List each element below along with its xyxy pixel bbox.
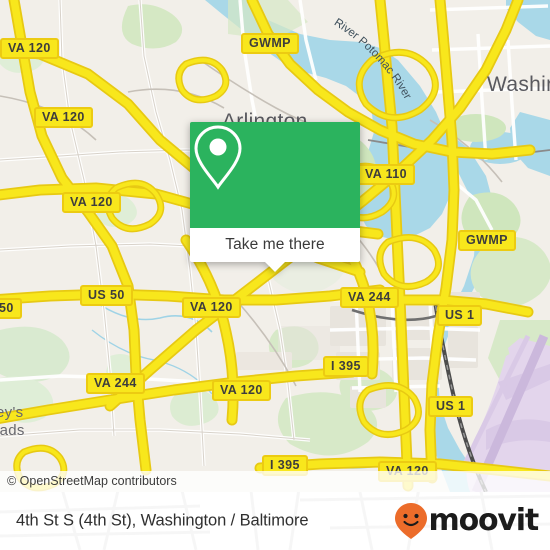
- highway-shield[interactable]: VA 244: [340, 287, 399, 308]
- highway-shield[interactable]: US 1: [437, 305, 483, 326]
- highway-shield[interactable]: VA 120: [0, 38, 59, 59]
- popup-tail-pointer: [264, 261, 286, 272]
- moovit-map-screen: River Potomac River Arlington Washin ey'…: [0, 0, 550, 550]
- map-pin-icon: [194, 125, 242, 190]
- highway-shield[interactable]: 50: [0, 298, 22, 319]
- popup-action-area[interactable]: Take me there: [190, 228, 360, 272]
- location-popup-card[interactable]: Take me there: [190, 122, 360, 272]
- moovit-smiley-pin-icon: [394, 503, 427, 539]
- moovit-wordmark: moovit: [428, 503, 540, 538]
- highway-shield[interactable]: VA 110: [357, 164, 416, 185]
- highway-shield[interactable]: VA 244: [86, 373, 145, 394]
- take-me-there-label: Take me there: [225, 236, 325, 253]
- highway-shield[interactable]: I 395: [323, 356, 369, 377]
- highway-shield[interactable]: US 1: [428, 396, 474, 417]
- highway-shield[interactable]: GWMP: [458, 230, 516, 251]
- highway-shield[interactable]: VA 120: [34, 107, 93, 128]
- highway-shield[interactable]: VA 120: [212, 380, 271, 401]
- highway-shield[interactable]: GWMP: [241, 33, 299, 54]
- highway-shield[interactable]: US 50: [80, 285, 133, 306]
- highway-shield[interactable]: VA 120: [182, 297, 241, 318]
- moovit-logo[interactable]: moovit: [394, 502, 540, 540]
- location-title: 4th St S (4th St), Washington / Baltimor…: [16, 511, 309, 530]
- highway-shield[interactable]: VA 120: [62, 192, 121, 213]
- popup-image-area: [190, 122, 360, 228]
- map-canvas[interactable]: River Potomac River Arlington Washin ey'…: [0, 0, 550, 492]
- map-attribution[interactable]: © OpenStreetMap contributors: [0, 471, 550, 492]
- bottom-info-bar: 4th St S (4th St), Washington / Baltimor…: [0, 492, 550, 550]
